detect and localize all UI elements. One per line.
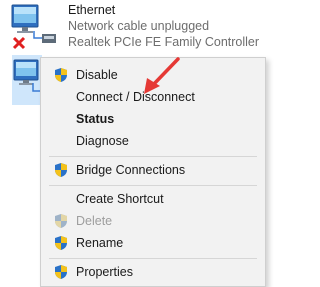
menu-label: Disable bbox=[76, 68, 118, 82]
menu-label: Delete bbox=[76, 214, 113, 228]
network-adapter-icon[interactable] bbox=[12, 55, 42, 105]
uac-shield-icon bbox=[55, 214, 67, 228]
menu-label: Diagnose bbox=[76, 134, 129, 148]
menu-item-status[interactable]: Status bbox=[41, 108, 265, 130]
menu-label: Create Shortcut bbox=[76, 192, 164, 206]
red-x-icon bbox=[12, 36, 26, 50]
menu-label: Bridge Connections bbox=[76, 163, 186, 177]
uac-shield-icon bbox=[55, 265, 67, 279]
uac-shield-icon bbox=[55, 236, 67, 250]
uac-shield-icon bbox=[55, 163, 67, 177]
menu-separator bbox=[49, 156, 257, 157]
menu-label: Rename bbox=[76, 236, 124, 250]
menu-item-bridge-connections[interactable]: Bridge Connections bbox=[41, 159, 265, 181]
menu-item-diagnose[interactable]: Diagnose bbox=[41, 130, 265, 152]
menu-item-delete[interactable]: Delete bbox=[41, 210, 265, 232]
menu-item-properties[interactable]: Properties bbox=[41, 261, 265, 283]
menu-label: Status bbox=[76, 112, 115, 126]
red-arrow bbox=[144, 57, 180, 94]
ethernet-adapter-tile[interactable]: Ethernet Network cable unplugged Realtek… bbox=[0, 0, 265, 52]
uac-shield-icon bbox=[55, 68, 67, 82]
menu-separator bbox=[49, 258, 257, 259]
menu-item-create-shortcut[interactable]: Create Shortcut bbox=[41, 188, 265, 210]
adapter-status: Network cable unplugged bbox=[68, 19, 210, 33]
menu-item-rename[interactable]: Rename bbox=[41, 232, 265, 254]
adapter-device: Realtek PCIe FE Family Controller bbox=[68, 35, 260, 49]
menu-separator bbox=[49, 185, 257, 186]
network-adapter-icon bbox=[11, 4, 56, 50]
adapter-name: Ethernet bbox=[68, 3, 116, 17]
menu-label: Properties bbox=[76, 265, 133, 279]
